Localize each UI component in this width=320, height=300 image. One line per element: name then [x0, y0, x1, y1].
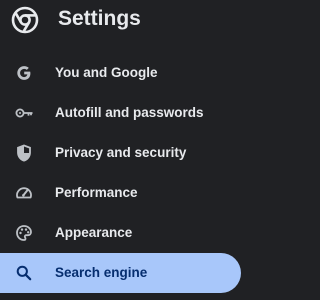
sidebar-item-search-engine[interactable]: Search engine — [0, 253, 244, 293]
sidebar-item-label: Autofill and passwords — [55, 105, 204, 120]
sidebar-item-performance[interactable]: Performance — [0, 173, 244, 213]
speedometer-icon — [16, 187, 32, 199]
key-icon — [15, 108, 33, 118]
search-icon — [16, 265, 32, 281]
sidebar-item-label: You and Google — [55, 65, 158, 80]
sidebar-item-privacy-and-security[interactable]: Privacy and security — [0, 133, 244, 173]
sidebar-item-label: Privacy and security — [55, 145, 187, 160]
chrome-logo-icon[interactable] — [11, 6, 39, 34]
settings-sidebar-nav: You and Google Autofill and passwords Pr… — [0, 53, 244, 293]
sidebar-item-appearance[interactable]: Appearance — [0, 213, 244, 253]
sidebar-item-label: Appearance — [55, 225, 133, 240]
google-g-icon — [17, 66, 31, 80]
sidebar-item-label: Search engine — [55, 265, 148, 280]
palette-icon — [16, 225, 32, 241]
settings-header: Settings — [0, 0, 244, 40]
page-title: Settings — [58, 7, 141, 30]
shield-icon — [17, 144, 31, 162]
sidebar-item-label: Performance — [55, 185, 138, 200]
sidebar-item-you-and-google[interactable]: You and Google — [0, 53, 244, 93]
sidebar-item-autofill-and-passwords[interactable]: Autofill and passwords — [0, 93, 244, 133]
